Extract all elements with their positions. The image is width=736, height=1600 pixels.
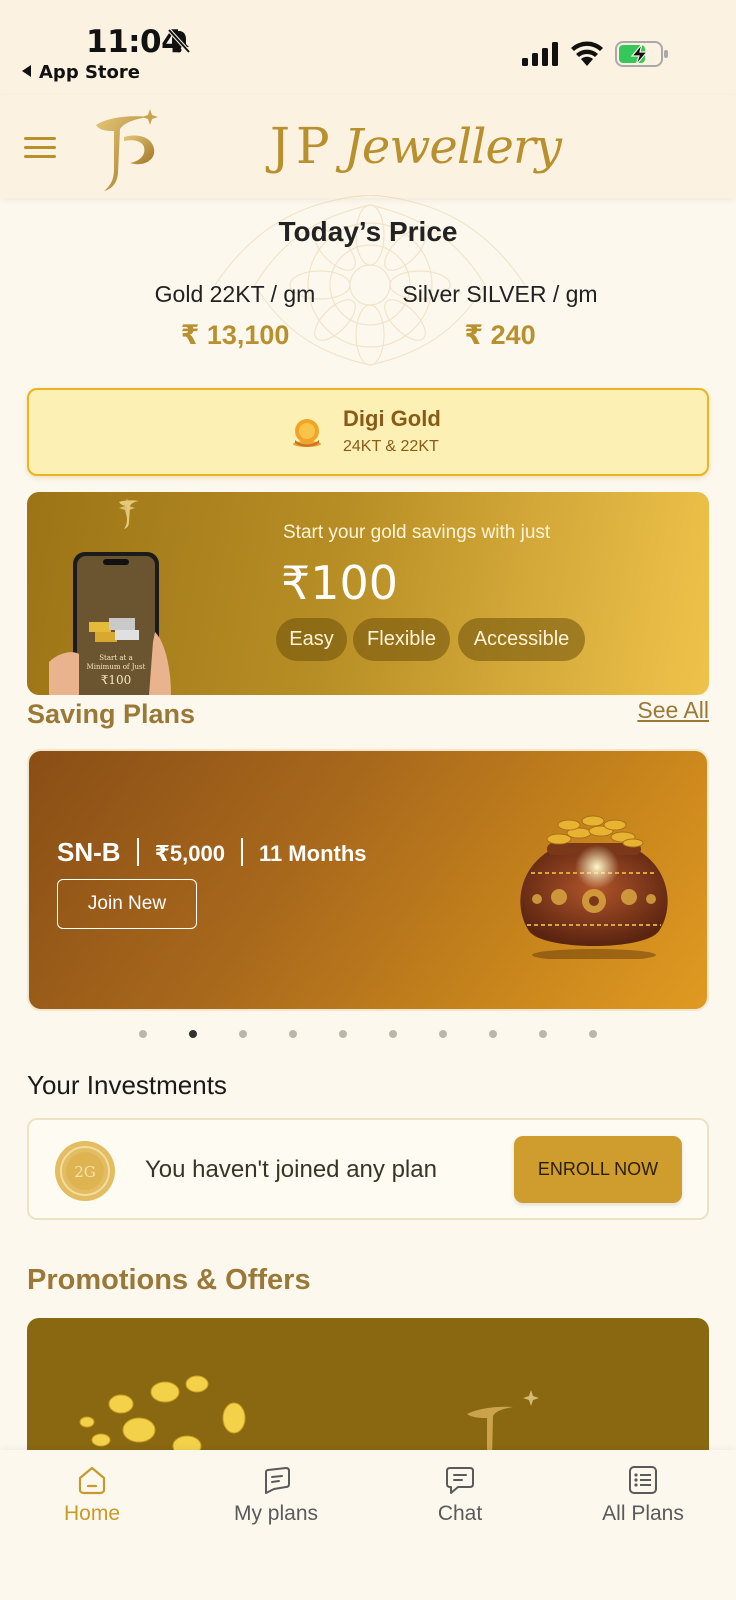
chat-icon bbox=[446, 1467, 474, 1494]
phone-illustration: Start at a Minimum of Just ₹100 bbox=[49, 498, 171, 695]
carousel-dots[interactable] bbox=[0, 1030, 736, 1038]
saving-plans-title: Saving Plans bbox=[27, 699, 196, 729]
home-icon bbox=[78, 1466, 106, 1495]
banner-tagline: Start your gold savings with just bbox=[283, 522, 551, 543]
cellular-signal-icon bbox=[522, 42, 558, 66]
pill-easy: Easy bbox=[276, 618, 347, 661]
promotion-artwork bbox=[79, 1375, 539, 1458]
bell-muted-icon bbox=[167, 28, 191, 54]
phone-amount: ₹100 bbox=[101, 673, 132, 687]
tab-my-plans[interactable]: My plans bbox=[206, 1464, 346, 1526]
enroll-now-button[interactable]: ENROLL NOW bbox=[514, 1136, 682, 1203]
tab-all-plans-label: All Plans bbox=[602, 1502, 684, 1525]
plan-code: SN-B bbox=[57, 837, 121, 867]
todays-price-title: Today’s Price bbox=[278, 216, 458, 247]
back-to-app-store[interactable]: App Store bbox=[22, 62, 140, 83]
phone-text-2: Minimum of Just bbox=[87, 663, 146, 671]
gold-coin-icon bbox=[293, 419, 321, 447]
gold-pot-illustration bbox=[520, 815, 668, 959]
back-label: App Store bbox=[39, 62, 140, 83]
carousel-dot[interactable] bbox=[489, 1030, 497, 1038]
promotions-title: Promotions & Offers bbox=[27, 1264, 311, 1296]
investments-title: Your Investments bbox=[27, 1070, 227, 1100]
menu-icon[interactable] bbox=[24, 137, 56, 159]
join-new-button[interactable]: Join New bbox=[57, 879, 197, 929]
plan-duration: 11 Months bbox=[258, 841, 367, 866]
phone-text-1: Start at a bbox=[99, 654, 133, 662]
jp-logo-icon[interactable] bbox=[90, 103, 170, 193]
gold-coin-2g-icon: 2G bbox=[55, 1141, 115, 1201]
list-icon bbox=[629, 1466, 657, 1494]
carousel-dot[interactable] bbox=[239, 1030, 247, 1038]
tab-home[interactable]: Home bbox=[22, 1464, 162, 1526]
tab-chat[interactable]: Chat bbox=[390, 1464, 530, 1526]
tab-home-label: Home bbox=[63, 1502, 121, 1525]
carousel-dot[interactable] bbox=[339, 1030, 347, 1038]
silver-price-value: ₹ 240 bbox=[464, 320, 536, 350]
tab-my-plans-label: My plans bbox=[233, 1502, 319, 1525]
coin-label: 2G bbox=[74, 1163, 96, 1181]
pill-accessible: Accessible bbox=[458, 618, 585, 661]
tab-chat-label: Chat bbox=[437, 1502, 483, 1525]
app-header: JP Jewellery bbox=[0, 95, 736, 198]
silver-price-label: Silver SILVER / gm bbox=[402, 281, 598, 307]
carousel-dot[interactable] bbox=[539, 1030, 547, 1038]
investments-card: 2G You haven't joined any plan ENROLL NO… bbox=[27, 1118, 709, 1220]
carousel-dot[interactable] bbox=[589, 1030, 597, 1038]
promotion-banner[interactable] bbox=[27, 1318, 709, 1458]
see-all-link[interactable]: See All bbox=[637, 697, 709, 724]
plan-amount: ₹5,000 bbox=[154, 841, 225, 866]
pill-flexible: Flexible bbox=[353, 618, 450, 661]
gold-savings-banner[interactable]: Start at a Minimum of Just ₹100 Start yo… bbox=[27, 492, 709, 695]
saving-plan-card[interactable]: SN-B ₹5,000 11 Months Join New bbox=[27, 749, 709, 1011]
digi-gold-subtitle: 24KT & 22KT bbox=[343, 438, 439, 455]
tab-all-plans[interactable]: All Plans bbox=[573, 1464, 713, 1526]
status-bar: 11:04 App Store bbox=[0, 0, 736, 95]
wifi-icon bbox=[571, 41, 603, 66]
brand-initials: JP bbox=[270, 117, 336, 175]
carousel-dot[interactable] bbox=[439, 1030, 447, 1038]
bottom-tab-bar: Home My plans Chat All Plans bbox=[0, 1450, 736, 1600]
carousel-dot-active[interactable] bbox=[189, 1030, 197, 1038]
brand-word: Jewellery bbox=[343, 119, 562, 175]
gold-price-value: ₹ 13,100 bbox=[180, 320, 290, 350]
back-triangle-icon bbox=[22, 65, 31, 77]
plans-icon bbox=[265, 1467, 290, 1494]
plan-info: SN-B ₹5,000 11 Months bbox=[57, 837, 367, 868]
no-plan-text: You haven't joined any plan bbox=[145, 1156, 437, 1183]
digi-gold-title: Digi Gold bbox=[343, 406, 441, 431]
carousel-dot[interactable] bbox=[139, 1030, 147, 1038]
digi-gold-button[interactable]: Digi Gold 24KT & 22KT bbox=[27, 388, 709, 476]
silver-price: Silver SILVER / gm ₹ 240 bbox=[385, 281, 615, 351]
carousel-dot[interactable] bbox=[289, 1030, 297, 1038]
carousel-dot[interactable] bbox=[389, 1030, 397, 1038]
brand-wordmark: JP Jewellery bbox=[270, 117, 562, 175]
gold-price: Gold 22KT / gm ₹ 13,100 bbox=[135, 281, 335, 351]
battery-charging-icon bbox=[615, 41, 668, 67]
gold-price-label: Gold 22KT / gm bbox=[154, 281, 316, 307]
banner-amount: ₹100 bbox=[281, 556, 399, 610]
